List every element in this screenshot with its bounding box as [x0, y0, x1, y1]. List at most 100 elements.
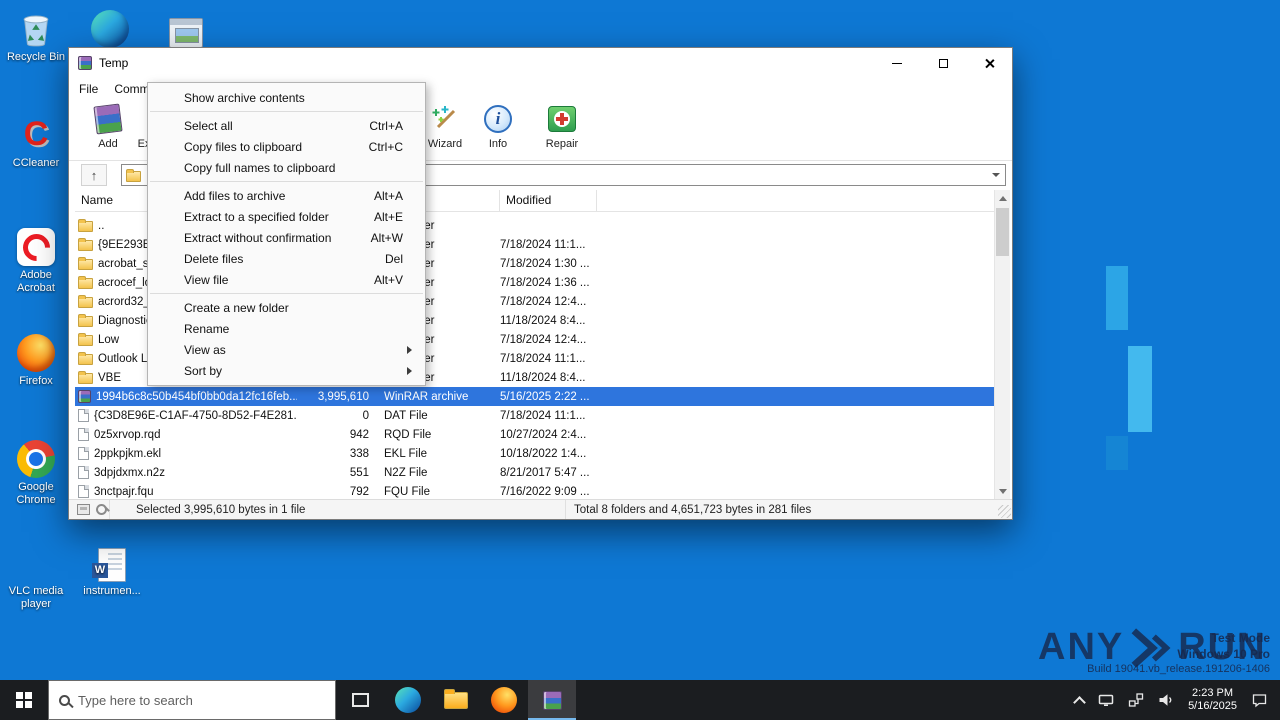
- maximize-icon: [938, 58, 948, 68]
- clock-time: 2:23 PM: [1192, 687, 1234, 699]
- file-size: 3,995,610: [317, 390, 369, 403]
- submenu-arrow-icon: [407, 345, 412, 354]
- file-size: 942: [349, 428, 369, 441]
- taskbar-firefox-button[interactable]: [480, 680, 528, 720]
- search-icon: [59, 694, 70, 706]
- desktop-icon-recycle-bin[interactable]: Recycle Bin: [0, 6, 72, 64]
- menu-item-add-files-to-archive[interactable]: Add files to archive Alt+A: [148, 185, 425, 206]
- vertical-scrollbar[interactable]: [994, 190, 1010, 499]
- desktop-icon-firefox[interactable]: Firefox: [0, 330, 72, 388]
- file-type: EKL File: [384, 447, 428, 460]
- close-icon: [984, 58, 995, 69]
- task-view-button[interactable]: [336, 680, 384, 720]
- desktop-icon-instrument-doc[interactable]: instrumen...: [76, 540, 148, 598]
- taskbar-edge-button[interactable]: [384, 680, 432, 720]
- display-icon[interactable]: [1098, 692, 1114, 708]
- add-button[interactable]: Add: [81, 103, 135, 159]
- info-button[interactable]: Info: [471, 103, 525, 159]
- taskbar-winrar-button[interactable]: [528, 680, 576, 720]
- desktop-icon-adobe-acrobat[interactable]: Adobe Acrobat: [0, 224, 72, 295]
- folder-up-icon: [78, 219, 93, 232]
- submenu-arrow-icon: [407, 366, 412, 375]
- file-name: {C3D8E96E-C1AF-4750-8D52-F4E281...: [94, 409, 297, 422]
- key-icon: [96, 504, 107, 515]
- desktop-icon-google-chrome[interactable]: Google Chrome: [0, 436, 72, 507]
- file-modified: 8/21/2017 5:47 ...: [500, 466, 590, 479]
- menu-item-show-archive-contents[interactable]: Show archive contents: [148, 87, 425, 108]
- file-name: ..: [98, 219, 105, 232]
- file-type: WinRAR archive: [384, 390, 469, 403]
- acrobat-icon: [17, 224, 55, 266]
- file-type: DAT File: [384, 409, 428, 422]
- wizard-button[interactable]: Wizard: [418, 103, 472, 159]
- volume-icon[interactable]: [1158, 692, 1174, 708]
- menu-item-view-file[interactable]: View file Alt+V: [148, 269, 425, 290]
- desktop-icon-edge[interactable]: [74, 6, 146, 48]
- file-row[interactable]: 3dpjdxmx.n2z 551 N2Z File 8/21/2017 5:47…: [75, 463, 994, 482]
- file-row[interactable]: 3nctpajr.fqu 792 FQU File 7/16/2022 9:09…: [75, 482, 994, 499]
- folder-icon: [78, 276, 93, 289]
- taskbar-file-explorer-button[interactable]: [432, 680, 480, 720]
- start-button[interactable]: [0, 680, 48, 720]
- menu-item-rename[interactable]: Rename: [148, 318, 425, 339]
- repair-icon: [546, 103, 578, 135]
- resize-grip[interactable]: [998, 505, 1011, 518]
- desktop-icon-image-file[interactable]: [150, 6, 222, 48]
- menu-item-view-as[interactable]: View as: [148, 339, 425, 360]
- menu-item-sort-by[interactable]: Sort by: [148, 360, 425, 381]
- tray-expand-icon[interactable]: [1073, 695, 1086, 709]
- shortcut-label: Alt+A: [373, 188, 403, 203]
- file-size: 0: [362, 409, 369, 422]
- file-row-selected[interactable]: 1994b6c8c50b454bf0bb0da12fc16feb... 3,99…: [75, 387, 994, 406]
- menu-item-delete-files[interactable]: Delete files Del: [148, 248, 425, 269]
- minimize-button[interactable]: [874, 48, 920, 78]
- triangle-up-icon: [998, 195, 1007, 201]
- file-modified: 10/18/2022 1:4...: [500, 447, 587, 460]
- folder-icon: [126, 168, 141, 182]
- edge-icon: [91, 6, 129, 48]
- ccleaner-icon: C: [23, 115, 49, 153]
- action-center-icon[interactable]: [1251, 692, 1268, 708]
- desktop-icon-vlc[interactable]: VLC media player: [0, 540, 72, 611]
- menu-item-copy-full-names[interactable]: Copy full names to clipboard: [148, 157, 425, 178]
- file-modified: 11/18/2024 8:4...: [500, 371, 586, 384]
- word-document-icon: [92, 540, 126, 582]
- desktop-icon-ccleaner[interactable]: C CCleaner: [0, 112, 72, 170]
- column-header-modified[interactable]: Modified: [500, 190, 597, 211]
- file-row[interactable]: {C3D8E96E-C1AF-4750-8D52-F4E281... 0 DAT…: [75, 406, 994, 425]
- menu-file[interactable]: File: [71, 78, 106, 100]
- file-modified: 7/18/2024 11:1...: [500, 238, 586, 251]
- network-icon[interactable]: [1128, 692, 1144, 708]
- taskbar-clock[interactable]: 2:23 PM 5/16/2025: [1188, 687, 1237, 713]
- menu-item-select-all[interactable]: Select all Ctrl+A: [148, 115, 425, 136]
- taskbar-search[interactable]: [48, 680, 336, 720]
- folder-icon: [78, 238, 93, 251]
- title-bar[interactable]: Temp: [69, 48, 1012, 78]
- repair-button[interactable]: Repair: [535, 103, 589, 159]
- file-type: N2Z File: [384, 466, 428, 479]
- scroll-down-button[interactable]: [995, 483, 1010, 499]
- menu-item-copy-files-to-clipboard[interactable]: Copy files to clipboard Ctrl+C: [148, 136, 425, 157]
- close-button[interactable]: [966, 48, 1012, 78]
- edge-icon: [395, 687, 421, 713]
- file-explorer-icon: [444, 688, 468, 709]
- combo-dropdown-button[interactable]: [987, 165, 1005, 185]
- file-modified: 7/18/2024 12:4...: [500, 333, 587, 346]
- file-modified: 7/18/2024 1:36 ...: [500, 276, 590, 289]
- file-row[interactable]: 2ppkpjkm.ekl 338 EKL File 10/18/2022 1:4…: [75, 444, 994, 463]
- menu-item-create-new-folder[interactable]: Create a new folder: [148, 297, 425, 318]
- file-modified: 7/18/2024 11:1...: [500, 352, 586, 365]
- menu-item-extract-without-confirmation[interactable]: Extract without confirmation Alt+W: [148, 227, 425, 248]
- file-type: RQD File: [384, 428, 432, 441]
- wallpaper-accent: [1106, 266, 1128, 330]
- file-row[interactable]: 0z5xrvop.rqd 942 RQD File 10/27/2024 2:4…: [75, 425, 994, 444]
- scroll-up-button[interactable]: [995, 190, 1010, 206]
- search-input[interactable]: [78, 692, 325, 708]
- maximize-button[interactable]: [920, 48, 966, 78]
- image-shortcut-icon: [169, 6, 203, 48]
- menu-item-extract-to-specified-folder[interactable]: Extract to a specified folder Alt+E: [148, 206, 425, 227]
- up-directory-button[interactable]: [81, 164, 107, 186]
- firefox-icon: [17, 330, 55, 372]
- file-name: 1994b6c8c50b454bf0bb0da12fc16feb...: [96, 390, 297, 403]
- scrollbar-thumb[interactable]: [996, 208, 1009, 256]
